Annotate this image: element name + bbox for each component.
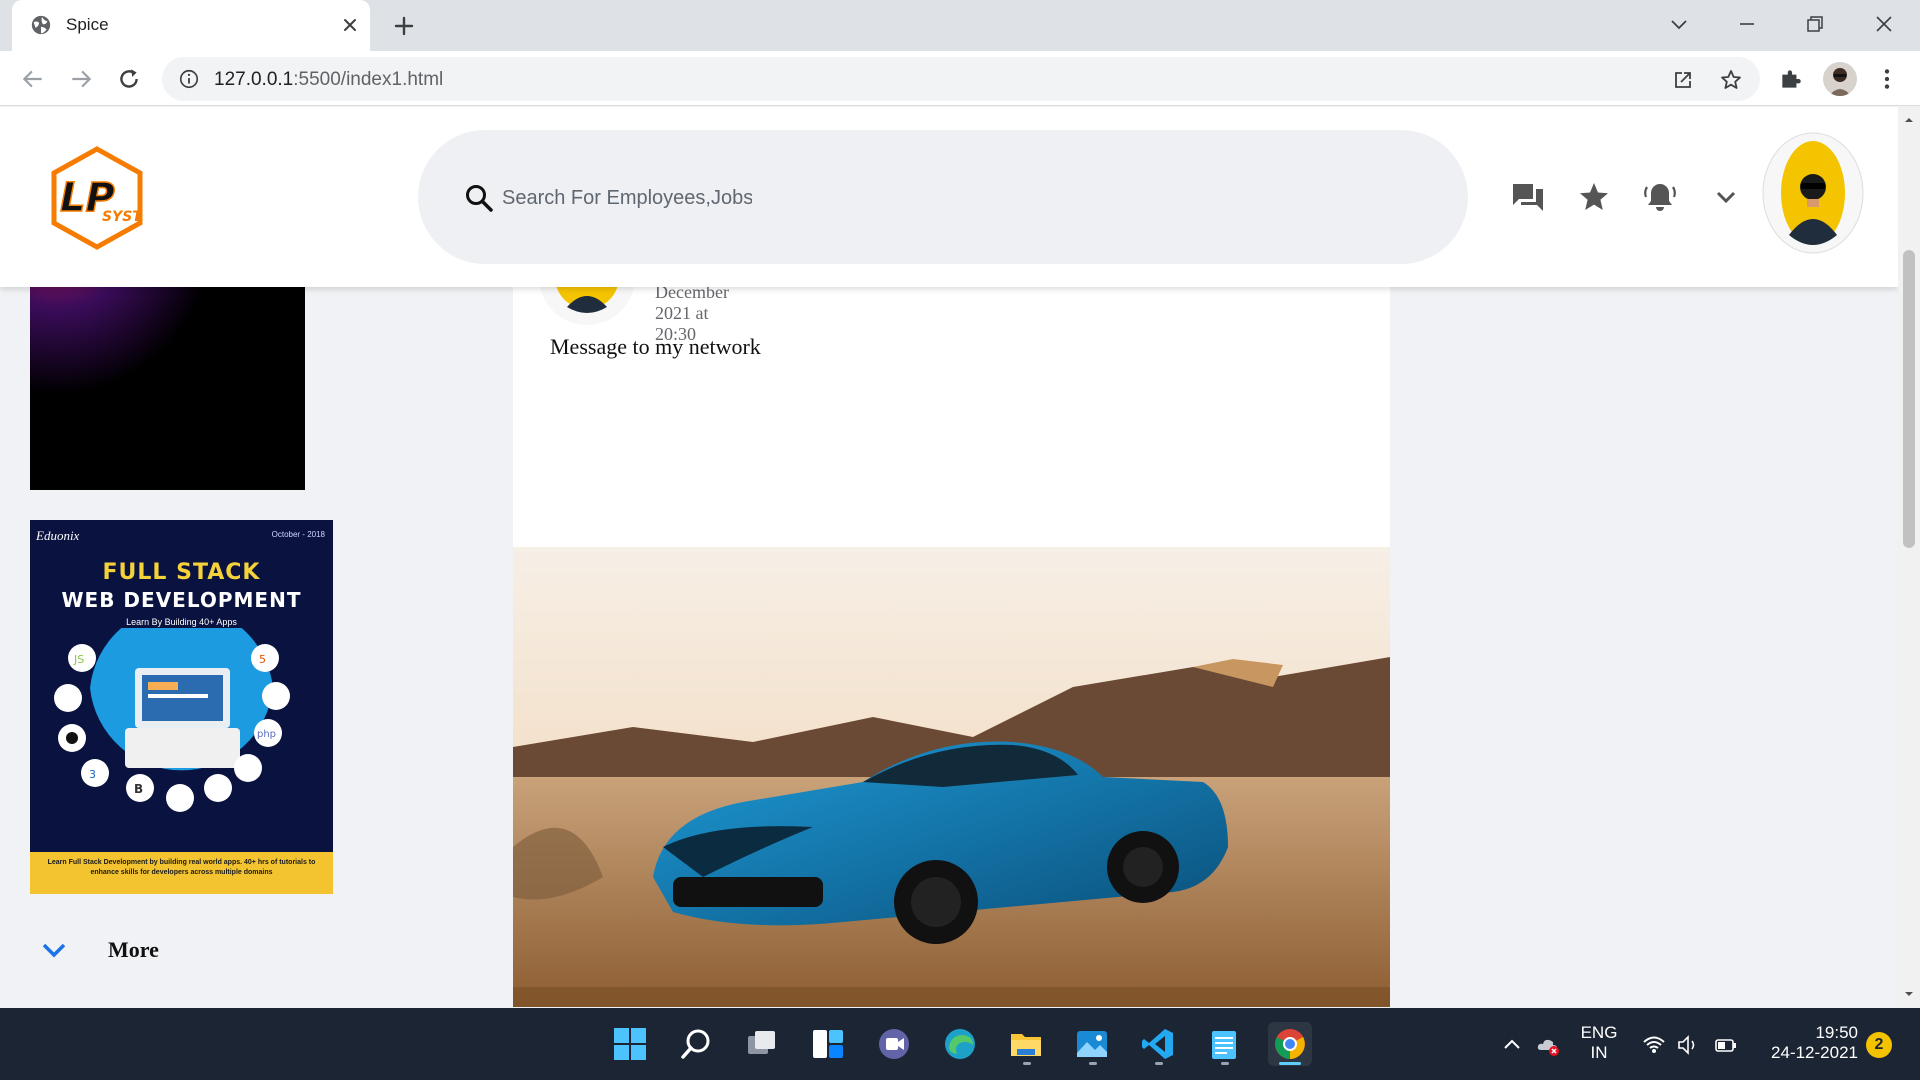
profile-avatar[interactable] (1823, 62, 1857, 96)
teams-chat-icon (879, 1029, 909, 1059)
edge-icon (945, 1029, 975, 1059)
task-view-button[interactable] (740, 1022, 784, 1066)
notepad-icon (1212, 1031, 1236, 1059)
browser-toolbar: 127.0.0.1:5500/index1.html (0, 51, 1920, 106)
region-code: IN (1590, 1043, 1608, 1062)
photos-icon (1077, 1031, 1107, 1057)
bell-icon[interactable] (1642, 179, 1678, 215)
vscode-button[interactable] (1136, 1022, 1180, 1066)
window-close-icon[interactable] (1872, 12, 1896, 36)
page-scrollbar[interactable] (1898, 107, 1920, 1007)
clock[interactable]: 19:50 24-12-2021 (1752, 1023, 1858, 1063)
language-code: ENG (1580, 1023, 1618, 1042)
svg-text:SYST: SYST (102, 209, 143, 225)
site-logo[interactable]: LP SYST (44, 145, 150, 251)
post-message: Message to my network (550, 334, 761, 359)
search-icon (681, 1029, 710, 1059)
bookmark-star-icon[interactable] (1719, 68, 1743, 92)
chrome-button[interactable] (1268, 1022, 1312, 1066)
svg-text:3: 3 (89, 768, 96, 781)
chevron-up-icon[interactable] (1500, 1033, 1524, 1057)
post-card: 24 December 2021 at 20:30 Message to my … (513, 257, 1390, 1007)
extensions-puzzle-icon[interactable] (1778, 66, 1804, 92)
ad-date: October - 2018 (271, 530, 325, 539)
teams-chat-button[interactable] (872, 1022, 916, 1066)
user-avatar[interactable] (1761, 131, 1865, 255)
battery-icon[interactable] (1714, 1033, 1738, 1057)
chevron-down-icon[interactable] (1708, 179, 1744, 215)
url-host: 127.0.0.1 (214, 69, 294, 90)
more-label: More (108, 937, 159, 962)
new-tab-icon[interactable] (392, 14, 416, 38)
minimize-icon[interactable] (1735, 12, 1759, 36)
svg-text:B: B (134, 782, 143, 796)
scroll-thumb[interactable] (1903, 250, 1915, 548)
site-header: LP SYST (0, 107, 1898, 287)
profile-avatar-icon (1829, 68, 1851, 96)
windows-logo-icon (614, 1028, 646, 1060)
ad-footer: Learn Full Stack Development by building… (30, 852, 333, 894)
wifi-icon[interactable] (1642, 1033, 1666, 1057)
explorer-running-indicator (1023, 1062, 1031, 1065)
tab-search-chevron-icon[interactable] (1667, 12, 1691, 36)
restore-icon[interactable] (1803, 12, 1827, 36)
widgets-button[interactable] (806, 1022, 850, 1066)
chrome-icon (1275, 1029, 1305, 1059)
star-icon[interactable] (1576, 179, 1612, 215)
clock-time: 19:50 (1815, 1023, 1858, 1042)
photos-button[interactable] (1070, 1022, 1114, 1066)
edge-browser-button[interactable] (938, 1022, 982, 1066)
folder-icon (1011, 1034, 1041, 1056)
scroll-up-arrow-icon[interactable] (1903, 114, 1915, 126)
onedrive-icon[interactable] (1536, 1033, 1560, 1057)
photos-running-indicator (1089, 1062, 1097, 1065)
globe-icon (31, 15, 51, 35)
clock-date: 24-12-2021 (1771, 1043, 1858, 1062)
search-input[interactable] (502, 182, 752, 214)
vscode-icon (1142, 1029, 1173, 1059)
widgets-icon (813, 1030, 843, 1058)
info-icon[interactable] (178, 68, 200, 90)
ad-title-line2: WEB DEVELOPMENT (61, 588, 302, 612)
notepad-button[interactable] (1202, 1022, 1246, 1066)
svg-text:JS: JS (73, 653, 84, 666)
post-car-photo[interactable] (513, 547, 1390, 1007)
close-icon[interactable] (340, 15, 360, 35)
tab-title: Spice (66, 15, 109, 34)
ad-brand: Eduonix (36, 528, 80, 543)
page-viewport: LP SYST Search For Employees,Jobs Eduoni… (0, 107, 1898, 1007)
taskbar-search[interactable] (674, 1022, 718, 1066)
svg-text:5: 5 (259, 653, 266, 666)
ad-tagline: Learn By Building 40+ Apps (126, 617, 237, 627)
more-button[interactable]: More (40, 932, 240, 972)
chrome-active-indicator (1279, 1062, 1301, 1065)
task-view-icon (748, 1031, 775, 1054)
search-bar[interactable] (418, 130, 1468, 264)
notification-badge[interactable]: 2 (1866, 1032, 1892, 1058)
scroll-down-arrow-icon[interactable] (1903, 988, 1915, 1000)
share-icon[interactable] (1671, 68, 1695, 92)
svg-text:php: php (257, 729, 276, 740)
search-icon (466, 185, 493, 212)
notepad-running-indicator (1221, 1062, 1229, 1065)
url-text[interactable]: 127.0.0.1:5500/index1.html (214, 69, 443, 91)
chat-icon[interactable] (1510, 179, 1546, 215)
sidebar-course-ad[interactable]: Eduonix October - 2018 FULL STACK WEB DE… (30, 520, 333, 894)
chevron-down-icon (42, 943, 66, 958)
ad-title-line1: FULL STACK (102, 560, 261, 585)
address-bar[interactable]: 127.0.0.1:5500/index1.html (162, 57, 1760, 101)
browser-tab[interactable]: Spice (12, 0, 370, 51)
back-arrow-icon[interactable] (20, 66, 46, 92)
browser-tab-bar: Spice (0, 0, 1920, 51)
language-indicator[interactable]: ENG IN (1576, 1023, 1622, 1063)
file-explorer-button[interactable] (1004, 1022, 1048, 1066)
vscode-running-indicator (1155, 1062, 1163, 1065)
volume-icon[interactable] (1676, 1033, 1700, 1057)
start-button[interactable] (608, 1022, 652, 1066)
url-path: :5500/index1.html (293, 69, 444, 90)
kebab-menu-icon[interactable] (1874, 66, 1900, 92)
forward-arrow-icon[interactable] (68, 66, 94, 92)
ad-laptop-illustration: JS 3 B php 5 (54, 628, 290, 812)
reload-icon[interactable] (116, 66, 142, 92)
